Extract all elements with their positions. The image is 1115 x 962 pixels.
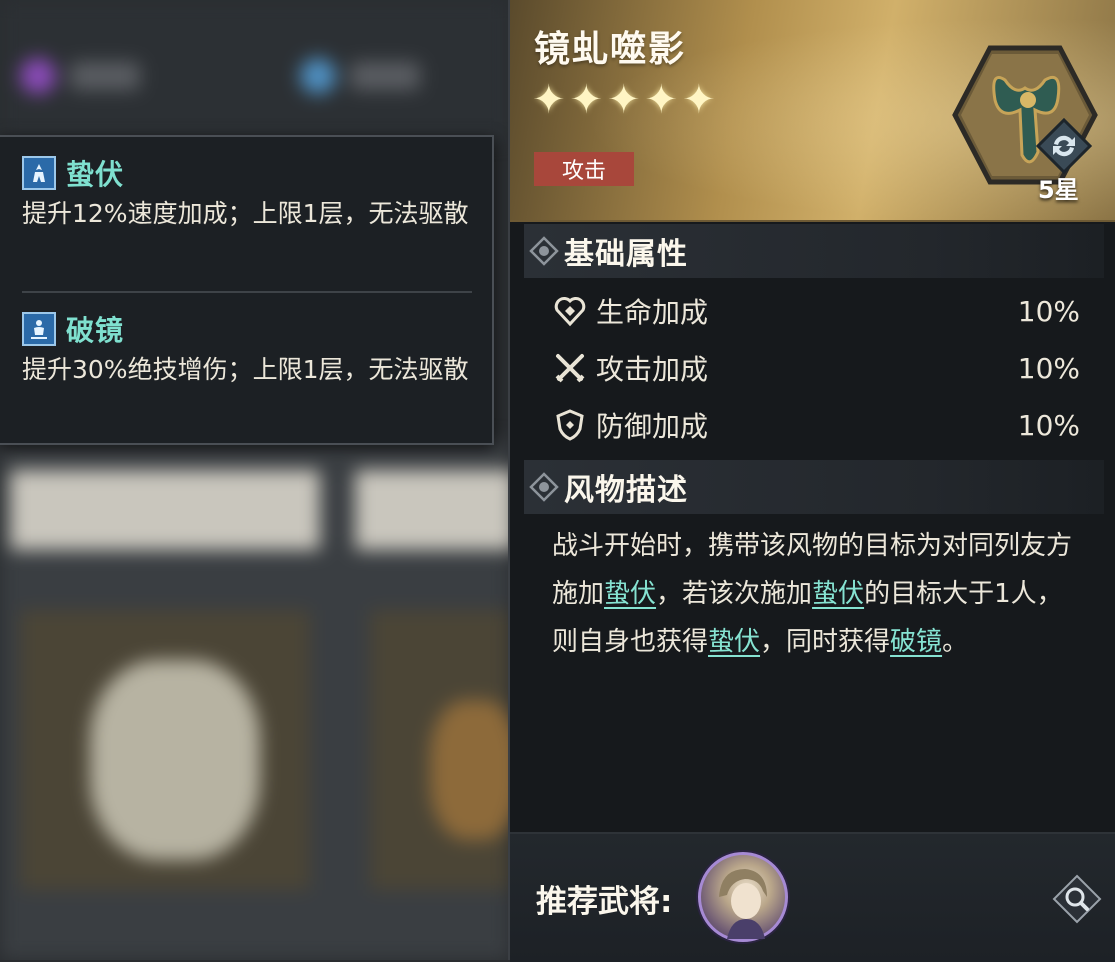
crossed-swords-icon [550,348,590,388]
magnifier-icon [1052,874,1102,924]
buff-name: 破镜 [66,314,125,347]
star-icon: ✦ [569,77,604,123]
buff-entry-ambush: 蛰伏 提升12%速度加成；上限1层，无法驱散 [22,153,482,233]
blurred-card-art-1 [90,660,260,860]
blurred-tab-2 [350,62,420,90]
magnifier-button[interactable] [1052,874,1102,924]
keyword-link[interactable]: 破镜 [890,627,942,657]
star-rating: ✦ ✦ ✦ ✦ ✦ [532,78,716,122]
section-title: 风物描述 [564,473,688,508]
item-header: 镜虬噬影 ✦ ✦ ✦ ✦ ✦ 攻击 5星 [510,0,1115,222]
item-artwork[interactable] [950,40,1100,190]
item-name: 镜虬噬影 [534,29,687,70]
attribute-row-health: 生命加成 10% [550,286,1080,336]
recommended-label: 推荐武将: [536,884,673,920]
section-title: 基础属性 [564,237,688,272]
keyword-link[interactable]: 蛰伏 [604,579,656,609]
star-icon: ✦ [532,77,566,123]
attribute-value: 10% [1017,408,1080,442]
diamond-emblem-icon [524,236,564,266]
star-icon: ✦ [682,77,716,123]
item-description: 战斗开始时，携带该风物的目标为对同列友方施加蛰伏，若该次施加蛰伏的目标大于1人，… [552,522,1082,666]
recommended-footer: 推荐武将: [510,832,1115,962]
blurred-purple-dot [20,58,56,94]
blurred-tile-2 [355,470,510,550]
blurred-tile-1 [10,470,320,550]
buff-name: 蛰伏 [66,158,125,191]
refresh-icon[interactable] [1035,117,1093,175]
health-heart-icon [550,291,590,331]
description-header: 风物描述 [524,460,1104,514]
blurred-card-art-2 [430,700,510,840]
attribute-label: 攻击加成 [596,353,709,386]
attribute-value: 10% [1017,351,1080,385]
attribute-label: 生命加成 [596,296,709,329]
attribute-row-attack: 攻击加成 10% [550,343,1080,393]
star-icon: ✦ [607,77,641,123]
ambush-buff-icon [22,156,56,190]
keyword-link[interactable]: 蛰伏 [708,627,760,657]
blurred-tab-1 [70,62,140,90]
diamond-emblem-icon [524,472,564,502]
item-type-badge: 攻击 [534,152,634,186]
basic-attributes-header: 基础属性 [524,224,1104,278]
attribute-label: 防御加成 [596,410,709,443]
buff-description: 提升12%速度加成；上限1层，无法驱散 [22,199,469,228]
keyword-link[interactable]: 蛰伏 [812,579,864,609]
buff-tooltip: 蛰伏 提升12%速度加成；上限1层，无法驱散 破镜 提升30%绝技增伤；上限1层… [0,135,494,445]
shield-icon [550,405,590,445]
star-level-label: 5星 [1038,176,1079,204]
description-text: 。 [942,627,969,657]
attribute-value: 10% [1017,294,1080,328]
tooltip-divider [22,291,472,293]
buff-entry-mirror-break: 破镜 提升30%绝技增伤；上限1层，无法驱散 [22,309,482,389]
description-text: ，同时获得 [760,627,891,657]
blurred-blue-dot [300,58,336,94]
star-icon: ✦ [644,77,679,123]
recommended-general-avatar[interactable] [698,852,788,942]
buff-description: 提升30%绝技增伤；上限1层，无法驱散 [22,355,469,384]
item-detail-panel: 镜虬噬影 ✦ ✦ ✦ ✦ ✦ 攻击 5星 基础属性 生命加成 10% 攻击加成 … [508,0,1115,962]
description-text: ，若该次施加 [656,579,813,609]
attribute-row-defense: 防御加成 10% [550,400,1080,450]
mirror-break-buff-icon [22,312,56,346]
